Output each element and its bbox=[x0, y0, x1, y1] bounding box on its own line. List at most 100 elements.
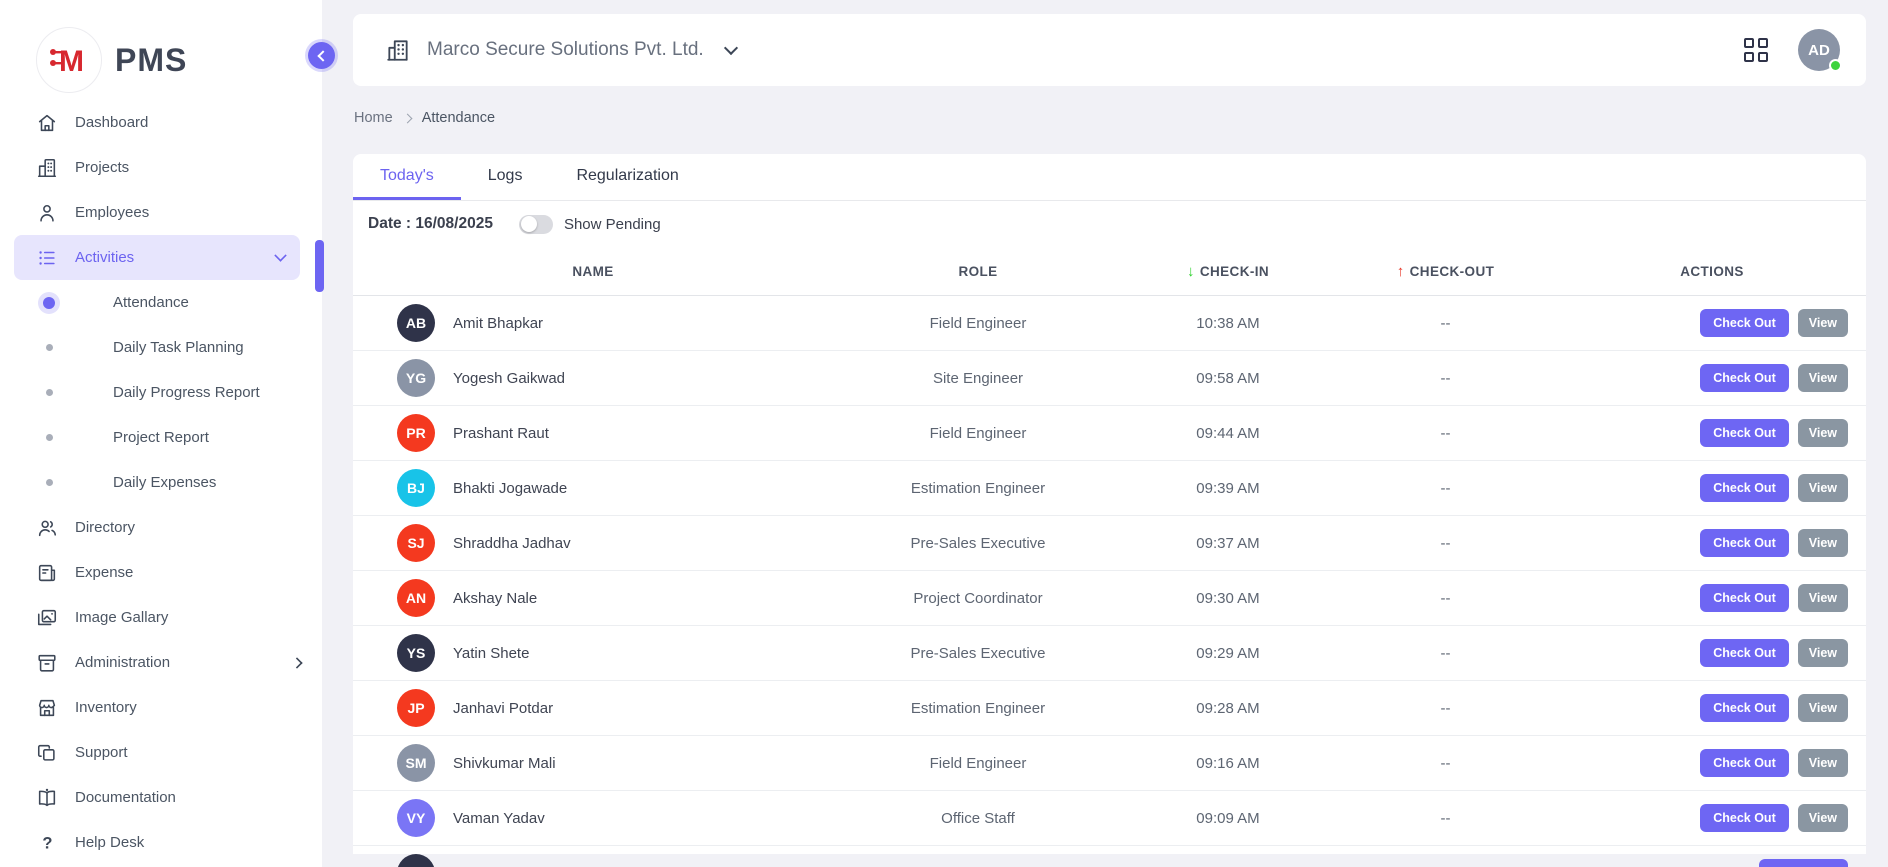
main-content: Marco Secure Solutions Pvt. Ltd. AD Home… bbox=[322, 0, 1888, 867]
sidebar-collapse-button[interactable] bbox=[308, 42, 335, 69]
column-header-check-in[interactable]: ↓CHECK-IN bbox=[1123, 263, 1333, 280]
apps-grid-icon[interactable] bbox=[1744, 38, 1768, 62]
sidebar-item-administration[interactable]: Administration bbox=[0, 640, 322, 685]
table-row: SMShivkumar MaliField Engineer09:16 AM--… bbox=[353, 736, 1866, 791]
view-button[interactable]: View bbox=[1798, 529, 1848, 557]
table-row: YGYogesh GaikwadSite Engineer09:58 AM--C… bbox=[353, 351, 1866, 406]
sidebar-subitem-attendance[interactable]: Attendance bbox=[0, 280, 322, 325]
employee-role: Project Coordinator bbox=[833, 590, 1123, 607]
check-out-button[interactable]: Check Out bbox=[1700, 364, 1789, 392]
name-cell: SMShivkumar Mali bbox=[353, 744, 833, 782]
attendance-card: Today'sLogsRegularization Date : 16/08/2… bbox=[353, 154, 1866, 854]
sidebar-item-employees[interactable]: Employees bbox=[0, 190, 322, 235]
sidebar-item-help-desk[interactable]: ?Help Desk bbox=[0, 820, 322, 865]
sidebar-subitem-label: Attendance bbox=[113, 294, 189, 311]
employee-role: Field Engineer bbox=[833, 755, 1123, 772]
check-in-time: 09:30 AM bbox=[1123, 590, 1333, 607]
sidebar-subitem-project-report[interactable]: Project Report bbox=[0, 415, 322, 460]
view-button[interactable]: View bbox=[1798, 419, 1848, 447]
list-icon bbox=[36, 247, 58, 269]
check-out-button[interactable]: Check Out bbox=[1700, 804, 1789, 832]
check-out-button[interactable]: Check Out bbox=[1700, 309, 1789, 337]
sidebar-item-label: Directory bbox=[75, 519, 135, 536]
view-button[interactable]: View bbox=[1798, 694, 1848, 722]
table-row: ANAkshay NaleProject Coordinator09:30 AM… bbox=[353, 571, 1866, 626]
check-out-value: -- bbox=[1333, 535, 1558, 552]
column-label: ACTIONS bbox=[1680, 264, 1744, 279]
sidebar-subitem-daily-expenses[interactable]: Daily Expenses bbox=[0, 460, 322, 505]
view-button[interactable]: View bbox=[1798, 749, 1848, 777]
column-header-actions: ACTIONS bbox=[1558, 264, 1866, 279]
avatar: JP bbox=[397, 689, 435, 727]
sidebar-item-support[interactable]: Support bbox=[0, 730, 322, 775]
show-pending-toggle[interactable] bbox=[519, 215, 553, 234]
table-row: YSYatin ShetePre-Sales Executive09:29 AM… bbox=[353, 626, 1866, 681]
column-header-check-out[interactable]: ↑CHECK-OUT bbox=[1333, 263, 1558, 280]
sidebar-item-image-gallary[interactable]: Image Gallary bbox=[0, 595, 322, 640]
sidebar-subitem-daily-task-planning[interactable]: Daily Task Planning bbox=[0, 325, 322, 370]
view-button[interactable]: View bbox=[1798, 804, 1848, 832]
check-out-button[interactable]: Check Out bbox=[1700, 749, 1789, 777]
actions-cell: Check Out View bbox=[1558, 804, 1866, 832]
check-out-button[interactable]: Check Out bbox=[1700, 529, 1789, 557]
actions-cell: Check Out bbox=[1558, 859, 1866, 867]
table-row: BJBhakti JogawadeEstimation Engineer09:3… bbox=[353, 461, 1866, 516]
breadcrumb-home[interactable]: Home bbox=[354, 110, 393, 126]
view-button[interactable]: View bbox=[1798, 364, 1848, 392]
check-out-button[interactable]: Check Out bbox=[1759, 859, 1848, 867]
top-header: Marco Secure Solutions Pvt. Ltd. AD bbox=[353, 14, 1866, 86]
tab-today-s[interactable]: Today's bbox=[353, 154, 461, 200]
employee-role: Pre-Sales Executive bbox=[833, 645, 1123, 662]
employee-role: Site Engineer bbox=[833, 370, 1123, 387]
sidebar-item-documentation[interactable]: Documentation bbox=[0, 775, 322, 820]
sidebar-item-directory[interactable]: Directory bbox=[0, 505, 322, 550]
view-button[interactable]: View bbox=[1798, 639, 1848, 667]
sidebar-item-dashboard[interactable]: Dashboard bbox=[0, 100, 322, 145]
check-out-value: -- bbox=[1333, 810, 1558, 827]
employee-name: Janhavi Potdar bbox=[453, 700, 553, 717]
view-button[interactable]: View bbox=[1798, 584, 1848, 612]
receipt-icon bbox=[36, 562, 58, 584]
column-label: ROLE bbox=[958, 264, 997, 279]
check-out-button[interactable]: Check Out bbox=[1700, 584, 1789, 612]
sidebar-item-label: Help Desk bbox=[75, 834, 144, 851]
check-in-time: 09:28 AM bbox=[1123, 700, 1333, 717]
table-row: VYVaman YadavOffice Staff09:09 AM--Check… bbox=[353, 791, 1866, 846]
sidebar-subitem-label: Daily Task Planning bbox=[113, 339, 244, 356]
check-out-button[interactable]: Check Out bbox=[1700, 474, 1789, 502]
bullet-dot-icon bbox=[43, 297, 55, 309]
tab-regularization[interactable]: Regularization bbox=[549, 154, 705, 200]
employee-name: Bhakti Jogawade bbox=[453, 480, 567, 497]
name-cell: YGYogesh Gaikwad bbox=[353, 359, 833, 397]
image-icon bbox=[36, 607, 58, 629]
user-avatar[interactable]: AD bbox=[1798, 29, 1840, 71]
header-actions: AD bbox=[1744, 29, 1840, 71]
check-out-value: -- bbox=[1333, 370, 1558, 387]
sidebar-item-activities[interactable]: Activities bbox=[14, 235, 300, 280]
view-button[interactable]: View bbox=[1798, 474, 1848, 502]
check-out-button[interactable]: Check Out bbox=[1700, 419, 1789, 447]
actions-cell: Check Out View bbox=[1558, 419, 1866, 447]
sidebar-subitem-daily-progress-report[interactable]: Daily Progress Report bbox=[0, 370, 322, 415]
bullet-dot-icon bbox=[46, 344, 53, 351]
company-selector[interactable]: Marco Secure Solutions Pvt. Ltd. bbox=[385, 37, 736, 63]
person-icon bbox=[36, 202, 58, 224]
avatar bbox=[397, 854, 435, 867]
sidebar-item-label: Projects bbox=[75, 159, 129, 176]
employee-role: Pre-Sales Executive bbox=[833, 535, 1123, 552]
actions-cell: Check Out View bbox=[1558, 529, 1866, 557]
column-header-name: NAME bbox=[353, 264, 833, 279]
check-out-button[interactable]: Check Out bbox=[1700, 639, 1789, 667]
bullet-dot-icon bbox=[46, 434, 53, 441]
check-out-value: -- bbox=[1333, 425, 1558, 442]
sidebar-item-projects[interactable]: Projects bbox=[0, 145, 322, 190]
sidebar-item-inventory[interactable]: Inventory bbox=[0, 685, 322, 730]
sidebar-item-label: Administration bbox=[75, 654, 170, 671]
name-cell: ABAmit Bhapkar bbox=[353, 304, 833, 342]
tab-logs[interactable]: Logs bbox=[461, 154, 550, 200]
sidebar-item-expense[interactable]: Expense bbox=[0, 550, 322, 595]
view-button[interactable]: View bbox=[1798, 309, 1848, 337]
check-out-button[interactable]: Check Out bbox=[1700, 694, 1789, 722]
table-row: SJShraddha JadhavPre-Sales Executive09:3… bbox=[353, 516, 1866, 571]
avatar: AN bbox=[397, 579, 435, 617]
